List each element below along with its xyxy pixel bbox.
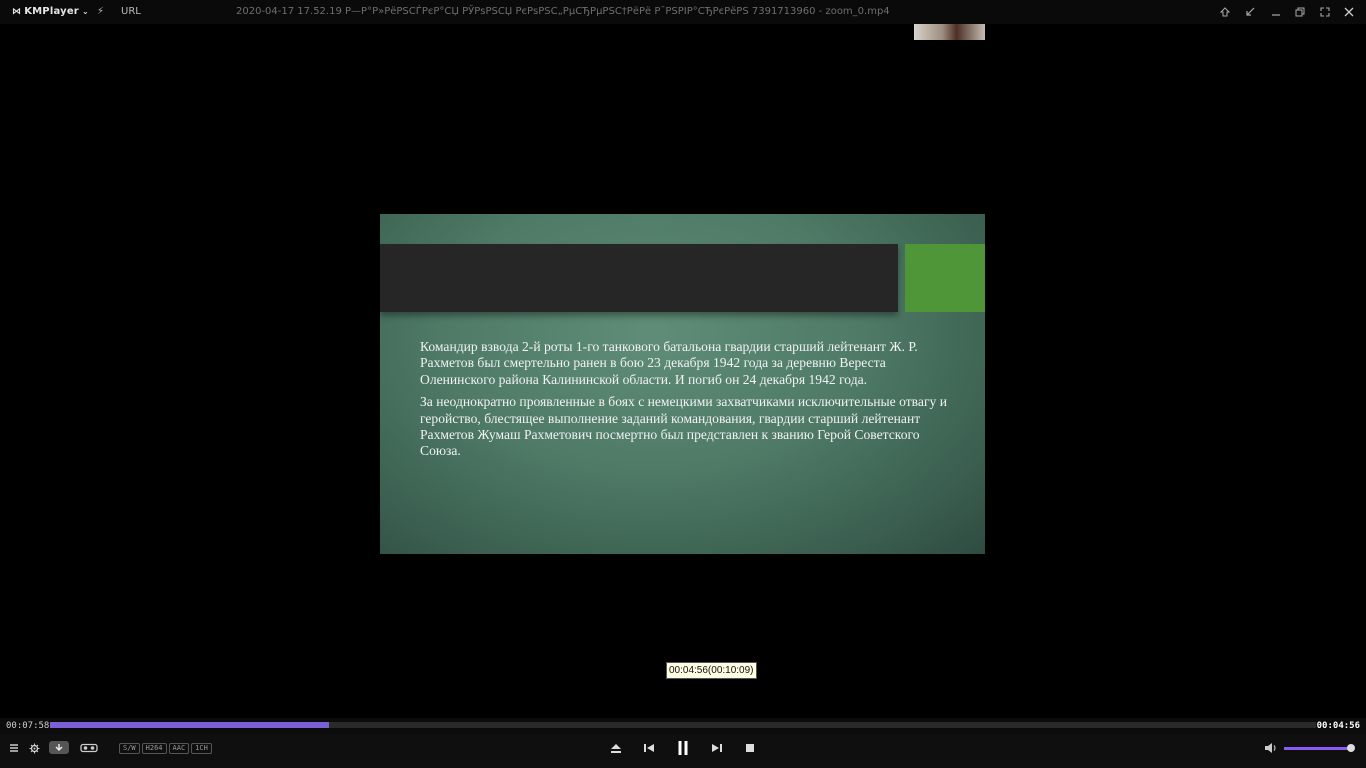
webcam-thumbnail — [914, 24, 985, 40]
pin-icon — [1219, 7, 1231, 17]
seek-bar[interactable] — [50, 722, 1316, 728]
presentation-slide: Командир взвода 2-й роты 1-го танкового … — [380, 214, 985, 554]
settings-button[interactable] — [28, 742, 40, 754]
fullscreen-button[interactable] — [1316, 4, 1334, 20]
restore-button[interactable] — [1291, 4, 1309, 20]
elapsed-time: 00:07:58 — [6, 721, 50, 731]
minimize-button[interactable] — [1267, 4, 1285, 20]
kmplayer-logo-icon: ⋈ — [12, 6, 22, 17]
app-name: KMPlayer — [24, 6, 79, 17]
badge-audio-codec[interactable]: AAC — [168, 743, 190, 754]
volume-level — [1284, 747, 1351, 750]
playlist-button[interactable] — [8, 742, 20, 754]
lightning-icon[interactable]: ⚡ — [97, 6, 104, 17]
playlist-icon — [10, 744, 18, 752]
pause-button[interactable] — [674, 739, 692, 757]
fullscreen-icon — [1320, 7, 1330, 17]
stop-button[interactable] — [742, 741, 758, 755]
next-button[interactable] — [709, 741, 725, 755]
next-icon — [712, 744, 722, 752]
pause-icon — [678, 741, 688, 755]
url-button[interactable]: URL — [121, 6, 141, 17]
mini-mode-button[interactable] — [1241, 4, 1259, 20]
eject-button[interactable] — [608, 741, 624, 755]
codec-badges: S/W H264 AAC 1CH — [119, 743, 212, 754]
volume-knob[interactable] — [1346, 744, 1355, 752]
mute-button[interactable] — [1263, 741, 1279, 755]
previous-button[interactable] — [641, 741, 657, 755]
vr-glasses-icon — [80, 743, 98, 752]
previous-icon — [644, 744, 654, 752]
slide-accent-block — [905, 244, 985, 312]
slide-paragraph-2: За неоднократно проявленные в боях с нем… — [420, 394, 947, 459]
slide-body: Командир взвода 2-й роты 1-го танкового … — [420, 339, 960, 466]
gear-icon — [29, 743, 39, 753]
eject-icon — [611, 744, 621, 753]
seek-time-tooltip: 00:04:56(00:10:09) — [666, 662, 757, 679]
pin-button[interactable] — [1216, 4, 1234, 20]
chevron-down-icon: ⌄ — [81, 7, 89, 16]
seek-progress — [50, 722, 329, 728]
vr-button[interactable] — [79, 741, 99, 754]
mini-mode-icon — [1246, 7, 1255, 16]
capture-button[interactable] — [49, 741, 69, 754]
stop-icon — [746, 744, 754, 752]
restore-icon — [1295, 7, 1305, 17]
badge-channels[interactable]: 1CH — [191, 743, 212, 754]
badge-video-codec[interactable]: H264 — [141, 743, 167, 754]
slide-title-band — [380, 244, 898, 312]
slide-paragraph-1: Командир взвода 2-й роты 1-го танкового … — [420, 339, 918, 387]
close-button[interactable] — [1340, 4, 1358, 20]
volume-slider[interactable] — [1284, 747, 1352, 750]
hover-time: 00:04:56 — [1316, 721, 1360, 731]
title-bar: ⋈ KMPlayer ⌄ ⚡ URL 2020-04-17 17.52.19 Р… — [0, 0, 1366, 24]
speaker-icon — [1265, 743, 1276, 753]
window-title: 2020-04-17 17.52.19 Р—Р°Р»РёРЅСЃРєР°СЏ Р… — [236, 6, 890, 17]
app-menu-button[interactable]: ⋈ KMPlayer ⌄ — [12, 6, 89, 17]
download-icon — [55, 744, 63, 751]
badge-renderer[interactable]: S/W — [119, 743, 140, 754]
close-icon — [1344, 7, 1354, 17]
minimize-icon — [1272, 14, 1280, 16]
